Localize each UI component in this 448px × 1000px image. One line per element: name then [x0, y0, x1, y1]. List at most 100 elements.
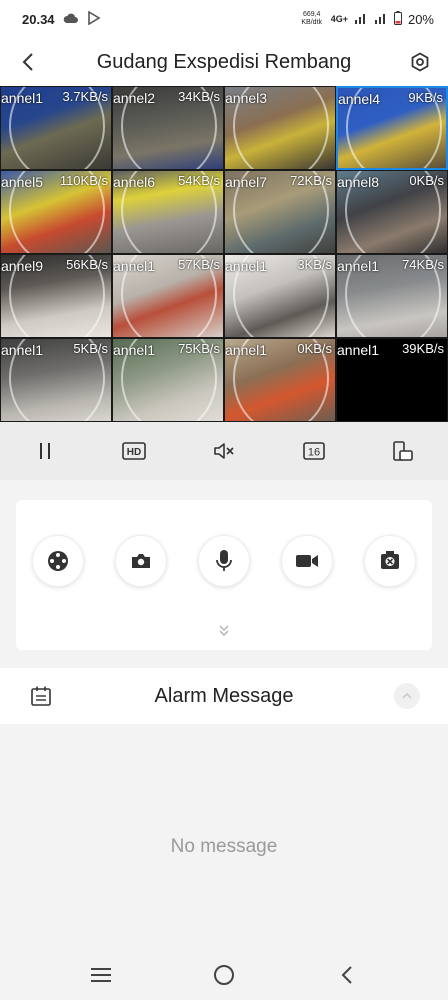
bitrate-label: 0KB/s	[409, 173, 444, 188]
video-cell[interactable]: annel1 3KB/s	[224, 254, 336, 338]
channel-label: annel2	[113, 90, 156, 106]
channel-label: annel6	[113, 174, 156, 190]
channel-label: annel1	[113, 342, 156, 358]
settings-button[interactable]	[392, 38, 448, 86]
bitrate-label: 110KB/s	[59, 173, 108, 188]
back-button[interactable]	[0, 38, 56, 86]
home-circle-icon	[213, 965, 234, 985]
battery-percent: 20%	[407, 11, 434, 27]
rotate-screen-icon	[393, 441, 413, 461]
network-type: 4G+	[330, 14, 348, 24]
channel-label: annel1	[225, 342, 268, 358]
header: Gudang Exspedisi Rembang	[0, 38, 448, 86]
channel-label: annel1	[337, 258, 380, 274]
alarm-header: Alarm Message	[0, 668, 448, 724]
expand-button[interactable]	[214, 620, 234, 640]
cloud-icon	[63, 12, 79, 27]
video-camera-icon	[296, 555, 319, 567]
rotate-button[interactable]	[379, 427, 427, 475]
fisheye-icon	[381, 551, 400, 569]
bitrate-label: 3.7KB/s	[62, 89, 108, 104]
bitrate-label: 72KB/s	[290, 173, 332, 188]
video-cell[interactable]: annel1 39KB/s	[336, 338, 448, 422]
video-cell[interactable]: annel7 72KB/s	[224, 170, 336, 254]
snapshot-button[interactable]	[114, 535, 167, 587]
record-button[interactable]	[281, 535, 334, 587]
back-icon	[341, 966, 352, 984]
control-bar: HD 16	[0, 422, 448, 480]
channel-label: annel7	[225, 174, 268, 190]
chevron-up-icon	[402, 692, 412, 699]
microphone-icon	[216, 550, 232, 571]
bitrate-label: 56KB/s	[66, 257, 108, 272]
video-cell[interactable]: annel6 54KB/s	[112, 170, 224, 254]
mute-button[interactable]	[200, 427, 248, 475]
split-label: 16	[307, 447, 319, 459]
split-16-icon: 16	[302, 442, 325, 460]
bitrate-label: 0KB/s	[297, 341, 332, 356]
recent-apps-button[interactable]	[77, 951, 125, 999]
hd-icon: HD	[122, 442, 147, 460]
talk-button[interactable]	[197, 535, 250, 587]
action-row	[16, 535, 432, 587]
video-cell[interactable]: annel1 57KB/s	[112, 254, 224, 338]
fisheye-button[interactable]	[364, 535, 417, 587]
channel-label: annel1	[337, 342, 380, 358]
system-nav-bar	[0, 950, 448, 1000]
network-speed-value: 669,4	[302, 11, 321, 18]
video-grid[interactable]: annel1 3.7KB/s annel2 34KB/s annel3 annel4 9KB…	[0, 86, 448, 422]
signal-icon	[354, 12, 368, 27]
video-cell[interactable]: annel1 75KB/s	[112, 338, 224, 422]
alarm-collapse-button[interactable]	[366, 668, 448, 724]
channel-label: annel9	[1, 258, 44, 274]
chevron-left-icon	[22, 53, 33, 71]
page-title: Gudang Exspedisi Rembang	[96, 50, 352, 73]
channel-label: annel1	[225, 258, 268, 274]
signal-icon-2	[374, 12, 388, 27]
video-cell[interactable]: annel1 5KB/s	[0, 338, 112, 422]
video-cell[interactable]: annel1 0KB/s	[224, 338, 336, 422]
hd-button[interactable]: HD	[110, 427, 158, 475]
video-cell[interactable]: annel1 74KB/s	[336, 254, 448, 338]
split-screen-button[interactable]: 16	[290, 427, 338, 475]
bitrate-label: 74KB/s	[402, 257, 444, 272]
video-cell[interactable]: annel2 34KB/s	[112, 86, 224, 170]
battery-icon	[393, 10, 402, 28]
channel-label: annel8	[337, 174, 380, 190]
status-bar: 20.34 669,4 KB/dtk 4G+ 20%	[0, 0, 448, 38]
video-cell[interactable]: annel4 9KB/s	[336, 86, 448, 170]
video-cell[interactable]: annel9 56KB/s	[0, 254, 112, 338]
ptz-button[interactable]	[31, 535, 84, 587]
camera-icon	[131, 554, 150, 568]
channel-label: annel1	[113, 258, 156, 274]
empty-state-text: No message	[170, 836, 278, 857]
network-speed: 669,4 KB/dtk	[299, 11, 325, 27]
pause-icon	[39, 443, 50, 459]
bitrate-label: 54KB/s	[178, 173, 220, 188]
hd-label: HD	[127, 447, 141, 458]
bitrate-label: 34KB/s	[178, 89, 220, 104]
video-cell[interactable]: annel5 110KB/s	[0, 170, 112, 254]
play-store-icon	[87, 10, 101, 28]
speaker-muted-icon	[214, 443, 234, 459]
menu-icon	[91, 968, 112, 982]
home-button[interactable]	[200, 951, 248, 999]
status-time: 20.34	[22, 11, 55, 27]
bitrate-label: 3KB/s	[297, 257, 332, 272]
pause-button[interactable]	[21, 427, 69, 475]
channel-label: annel5	[1, 174, 44, 190]
action-card	[16, 500, 432, 650]
video-cell[interactable]: annel1 3.7KB/s	[0, 86, 112, 170]
hexagon-gear-icon	[411, 52, 429, 72]
network-speed-unit: KB/dtk	[301, 19, 323, 26]
video-cell[interactable]: annel3	[224, 86, 336, 170]
bitrate-label: 5KB/s	[73, 341, 108, 356]
bitrate-label: 75KB/s	[178, 341, 220, 356]
channel-label: annel1	[1, 342, 44, 358]
channel-label: annel1	[1, 90, 44, 106]
bitrate-label: 9KB/s	[408, 90, 443, 105]
system-back-button[interactable]	[323, 951, 371, 999]
video-cell[interactable]: annel8 0KB/s	[336, 170, 448, 254]
channel-label: annel4	[338, 91, 381, 107]
double-chevron-down-icon	[219, 625, 229, 637]
